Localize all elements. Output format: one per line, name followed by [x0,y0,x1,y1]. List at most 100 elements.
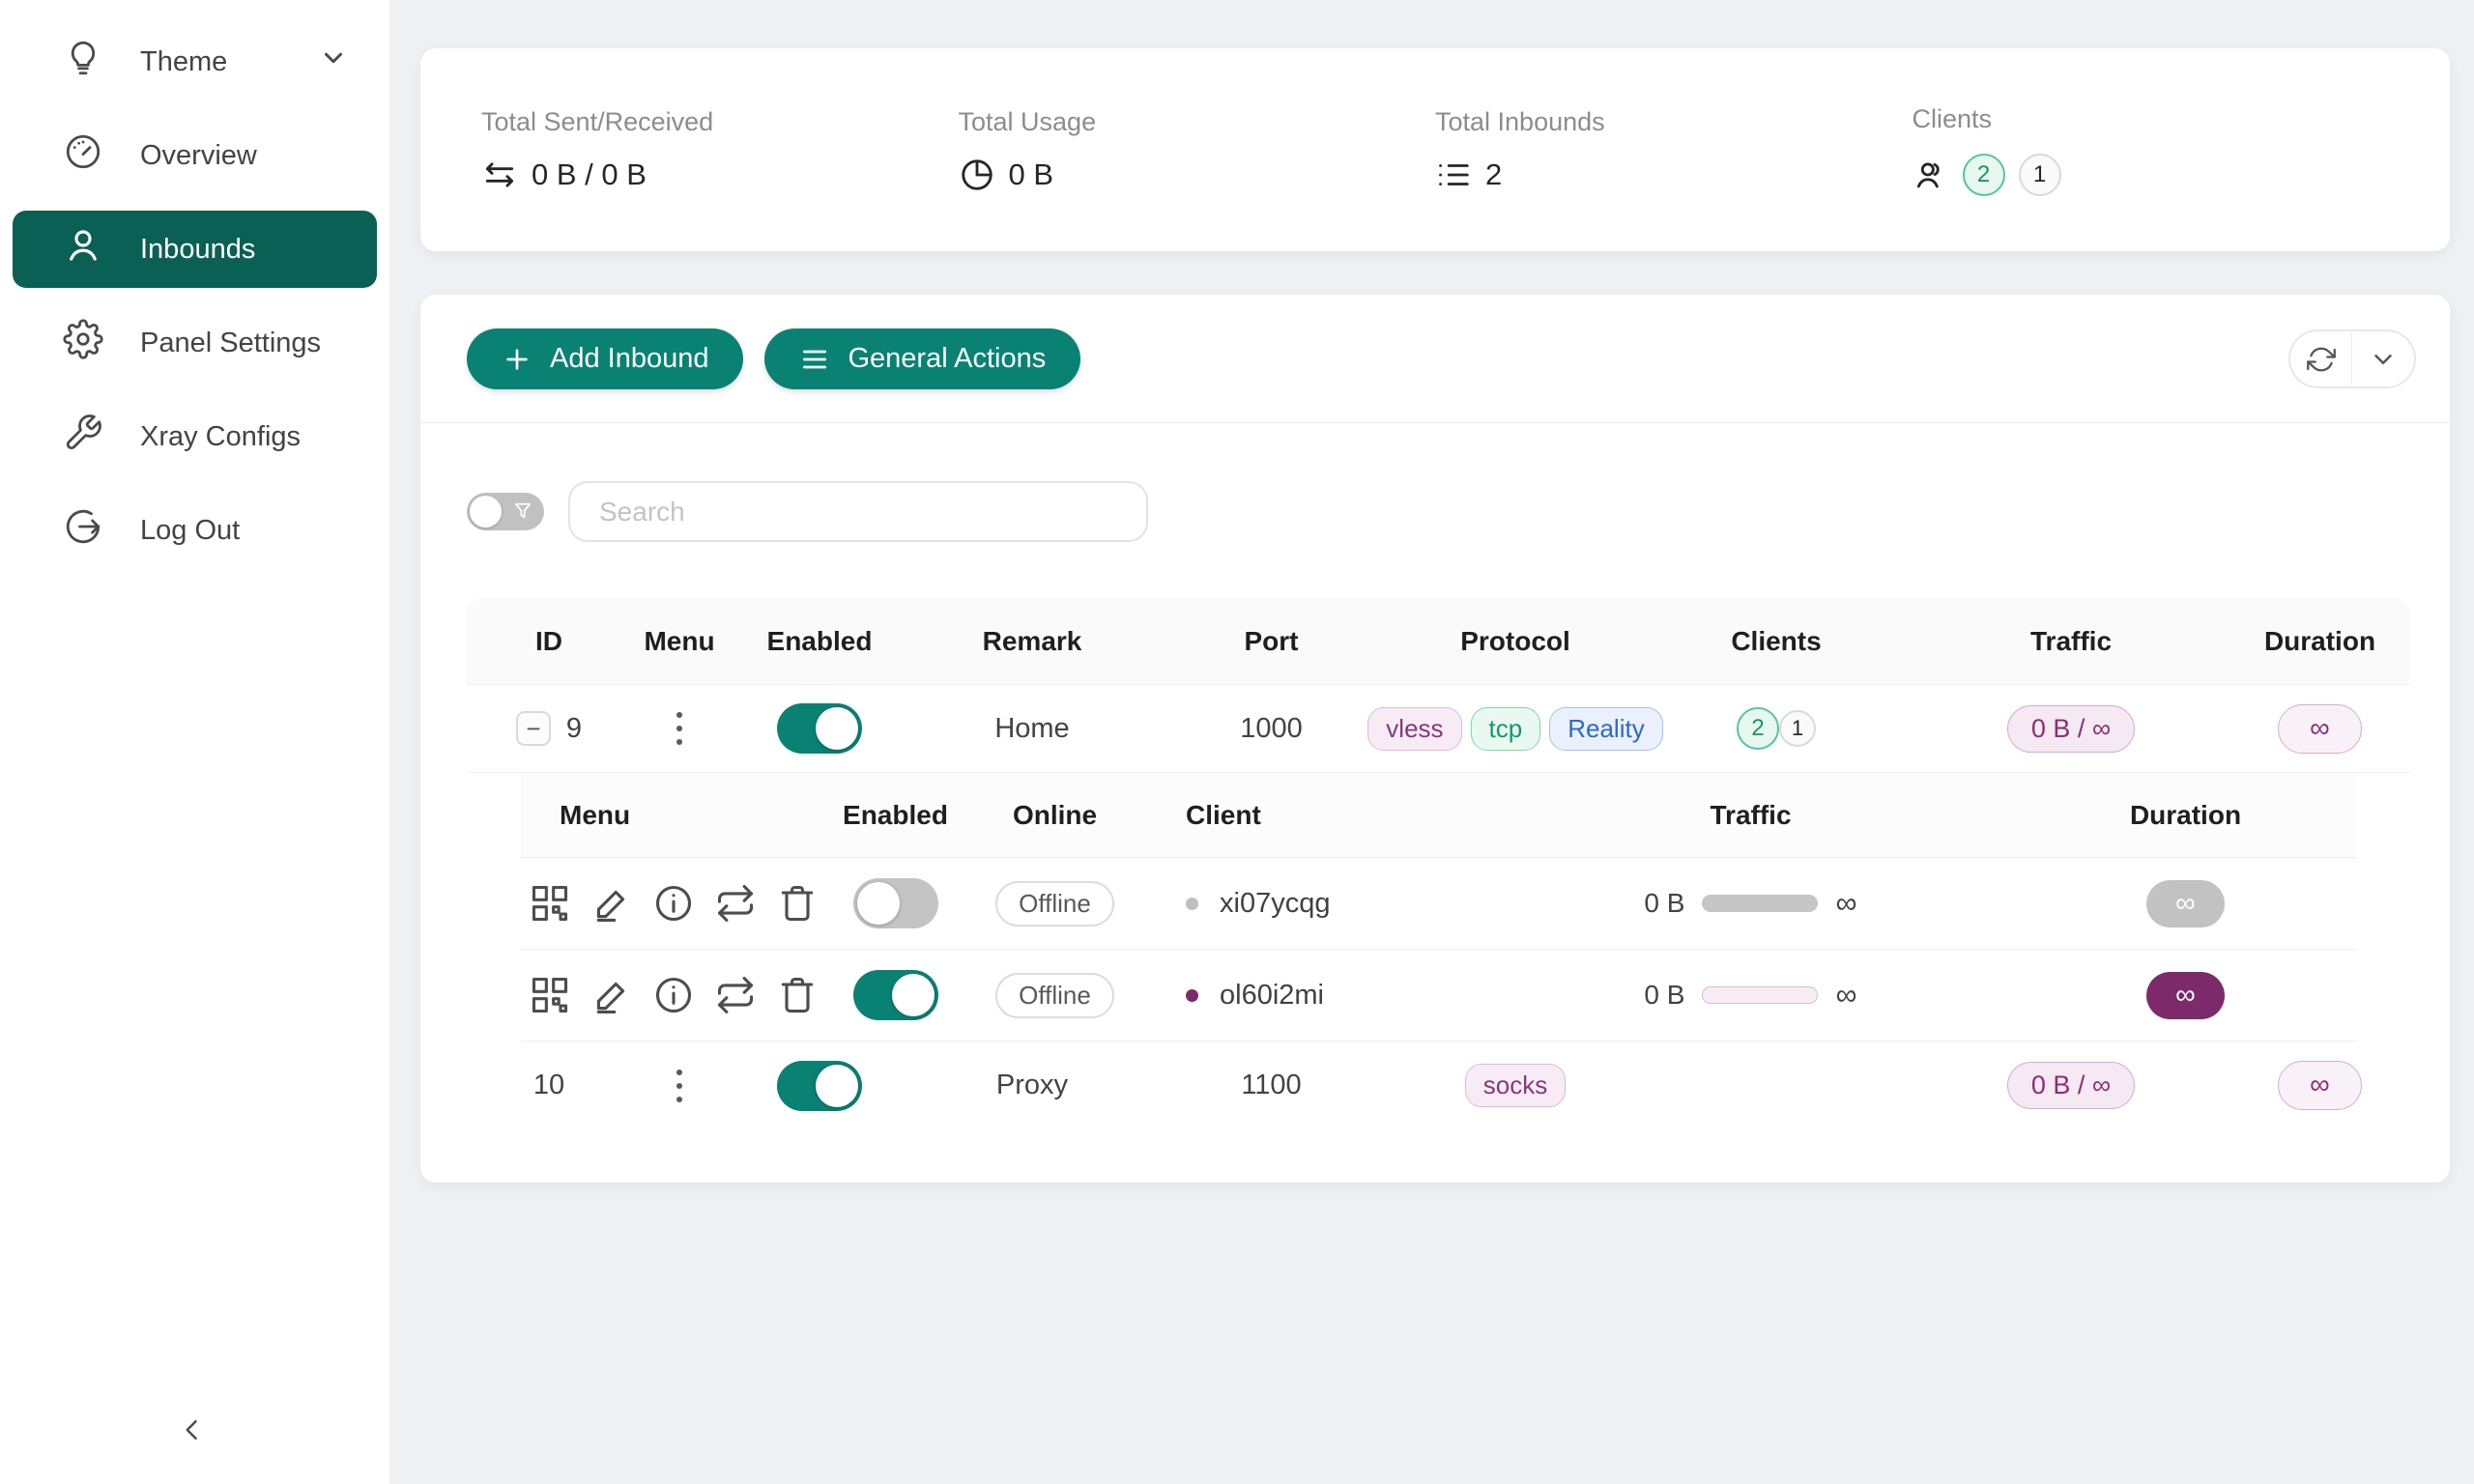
sidebar-item-logout[interactable]: Log Out [13,492,377,569]
row-duration-pill: ∞ [2278,704,2362,754]
info-icon[interactable] [652,974,695,1016]
table-row: 10 Proxy 1100 socks 0 B / ∞ [467,1042,2409,1129]
search-row [420,423,2450,542]
sidebar-item-label: Panel Settings [140,328,321,359]
header-menu: Menu [631,626,728,657]
stat-total-usage: Total Usage 0 B [959,107,1436,193]
chevron-down-icon [319,43,348,80]
row-menu-button[interactable] [669,704,690,753]
refresh-options-button[interactable] [2352,329,2416,388]
stat-value: 2 [1485,157,1502,192]
protocol-tag: vless [1367,707,1461,751]
sidebar-item-xray-configs[interactable]: Xray Configs [13,398,377,475]
bulb-icon [63,38,103,86]
sidebar-item-overview[interactable]: Overview [13,117,377,194]
clients-subtable: Menu Enabled Online Client Traffic Durat… [521,773,2357,1042]
sidebar-item-label: Log Out [140,515,240,547]
client-header-enabled: Enabled [840,800,951,831]
refresh-button[interactable] [2288,329,2352,388]
sidebar-item-label: Inbounds [140,234,255,266]
filter-toggle[interactable] [467,493,544,530]
client-duration-pill: ∞ [2146,880,2225,928]
wrench-icon [63,413,103,461]
reset-traffic-icon[interactable] [714,974,757,1016]
reset-traffic-icon[interactable] [714,882,757,925]
row-traffic-pill: 0 B / ∞ [2007,705,2135,753]
protocol-tag: socks [1465,1064,1566,1107]
menu-lines-icon [799,344,830,375]
header-enabled: Enabled [728,626,911,657]
people-icon [1913,157,1949,193]
clients-online-badge: 2 [1963,154,2005,196]
inbound-enabled-toggle[interactable] [777,1061,862,1111]
edit-icon[interactable] [590,882,633,925]
inbounds-card: Add Inbound General Actions [420,295,2450,1183]
app-root: Theme Overview Inbounds [0,0,2474,1484]
general-actions-button[interactable]: General Actions [764,328,1080,389]
row-clients-other-badge: 1 [1779,710,1816,747]
funnel-icon [512,500,533,522]
client-enabled-toggle[interactable] [853,970,938,1020]
header-port: Port [1153,626,1390,657]
sidebar-item-theme[interactable]: Theme [13,23,377,100]
edit-icon[interactable] [590,974,633,1016]
row-id: 10 [467,1070,631,1101]
client-traffic-limit: ∞ [1835,978,1856,1013]
sidebar-item-label: Overview [140,140,257,172]
row-remark: Proxy [911,1070,1153,1101]
list-icon [1435,157,1472,193]
trash-icon[interactable] [776,974,819,1016]
header-id: ID [467,626,631,657]
add-inbound-button[interactable]: Add Inbound [467,328,743,389]
client-traffic-bar [1702,895,1818,912]
protocol-tag: tcp [1471,707,1541,751]
client-name: xi07ycqg [1220,888,1330,920]
inbounds-toolbar: Add Inbound General Actions [420,295,2450,423]
stat-label: Total Usage [959,107,1436,137]
client-header-traffic: Traffic [1487,800,2014,831]
sidebar-collapse-button[interactable] [166,1403,220,1457]
gauge-icon [63,131,103,180]
row-id: 9 [566,713,582,745]
search-input[interactable] [568,481,1148,542]
row-menu-button[interactable] [669,1062,690,1110]
stat-label: Total Sent/Received [481,107,959,137]
row-port: 1000 [1153,713,1390,745]
sidebar-item-inbounds[interactable]: Inbounds [13,211,377,288]
row-duration-pill: ∞ [2278,1061,2362,1110]
client-status-badge: Offline [995,881,1114,927]
qr-code-icon[interactable] [529,882,571,925]
stat-value: 0 B [1009,157,1054,192]
info-icon[interactable] [652,882,695,925]
client-duration-pill: ∞ [2146,972,2225,1019]
sidebar-item-panel-settings[interactable]: Panel Settings [13,304,377,382]
client-enabled-toggle[interactable] [853,878,938,928]
client-name: ol60i2mi [1220,980,1324,1012]
client-header-client: Client [1159,800,1487,831]
client-status-dot [1186,989,1198,1002]
sidebar-item-label: Xray Configs [140,421,301,453]
client-traffic-value: 0 B [1644,980,1684,1011]
client-row: Offline xi07ycqg 0 B ∞ ∞ [521,858,2357,950]
header-clients: Clients [1641,626,1912,657]
client-traffic-value: 0 B [1644,888,1684,919]
collapse-row-button[interactable]: − [516,711,551,746]
header-duration: Duration [2230,626,2409,657]
stat-clients: Clients 2 1 [1913,104,2390,196]
table-row: − 9 Home 1000 vless tcp Reality [467,685,2409,773]
row-port: 1100 [1153,1070,1390,1101]
stat-total-inbounds: Total Inbounds 2 [1435,107,1913,193]
row-clients-online-badge: 2 [1737,707,1779,750]
trash-icon[interactable] [776,882,819,925]
client-header-duration: Duration [2014,800,2357,831]
inbound-enabled-toggle[interactable] [777,703,862,754]
client-traffic-limit: ∞ [1835,886,1856,921]
header-protocol: Protocol [1390,626,1641,657]
refresh-icon [2307,345,2336,374]
qr-code-icon[interactable] [529,974,571,1016]
inbounds-table: ID Menu Enabled Remark Port Protocol Cli… [467,598,2409,1129]
sidebar: Theme Overview Inbounds [0,0,389,1484]
clients-subtable-header: Menu Enabled Online Client Traffic Durat… [521,773,2357,858]
gear-icon [63,319,103,367]
header-traffic: Traffic [1912,626,2230,657]
